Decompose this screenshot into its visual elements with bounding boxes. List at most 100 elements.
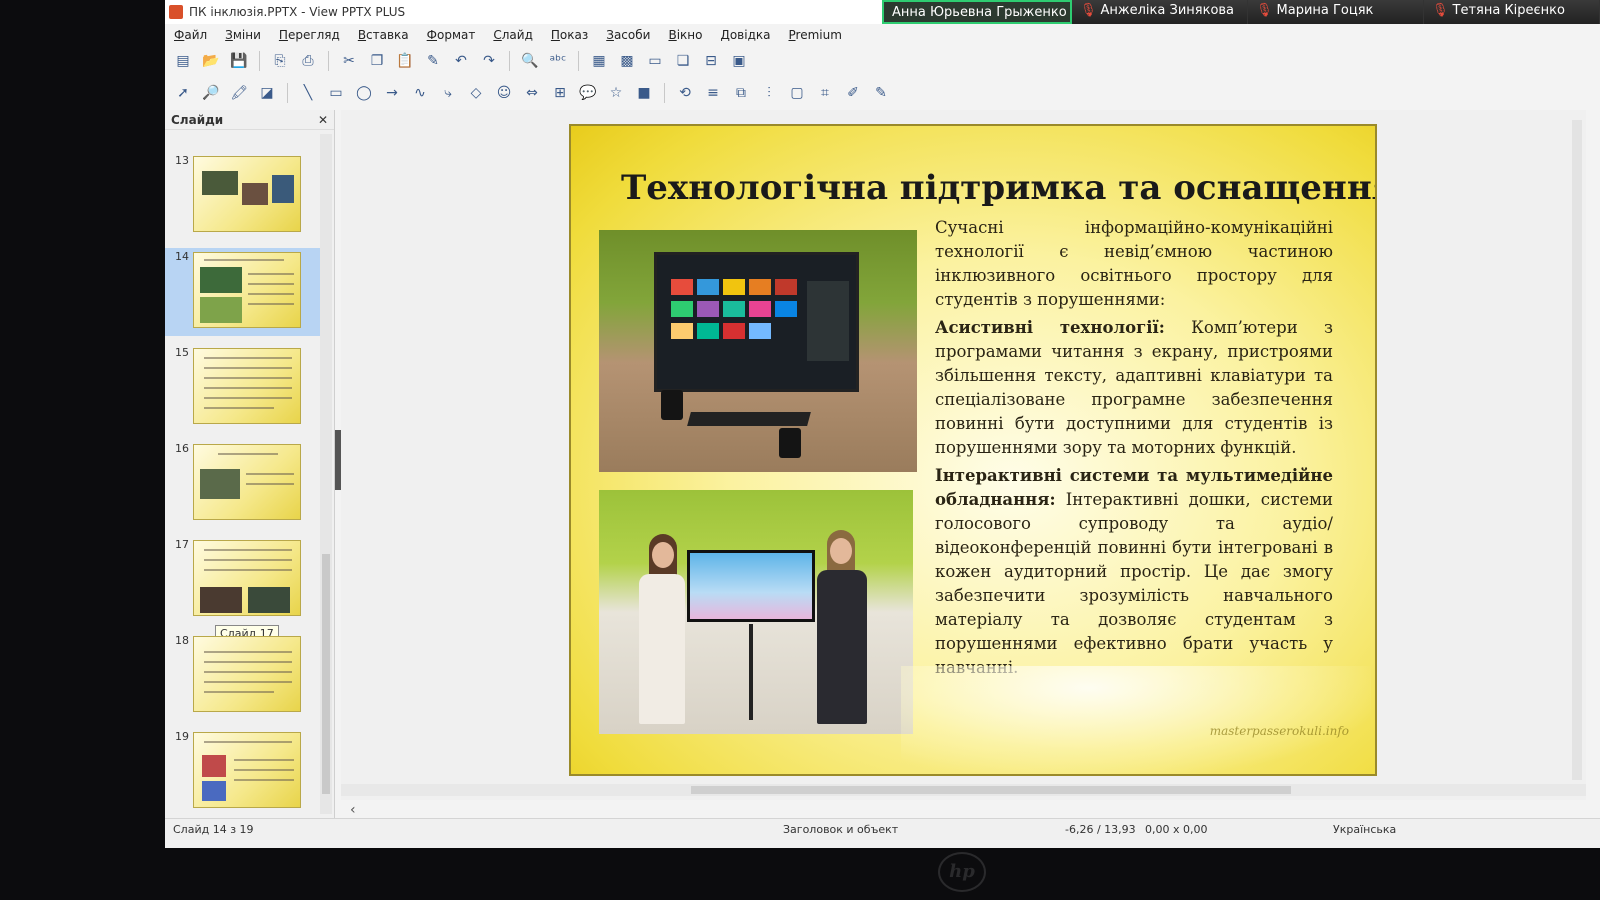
rectangle-icon[interactable]: ▭ xyxy=(324,82,348,104)
menu-edit[interactable]: Зміни xyxy=(216,28,270,42)
align-icon[interactable]: ≡ xyxy=(701,82,725,104)
connector-icon[interactable]: ⤷ xyxy=(436,82,460,104)
participant-name: Марина Гоцяк xyxy=(1276,3,1374,18)
slide-body-text[interactable]: Сучасні інформаційно-комунікаційні техно… xyxy=(935,216,1333,684)
redo-icon[interactable]: ↷ xyxy=(477,50,501,72)
block-arrows-icon[interactable]: ⇔ xyxy=(520,82,544,104)
toolbar-separator xyxy=(287,83,288,103)
ellipse-icon[interactable]: ◯ xyxy=(352,82,376,104)
line-icon[interactable]: ╲ xyxy=(296,82,320,104)
master-slide-icon[interactable]: ❏ xyxy=(671,50,695,72)
hp-logo: hp xyxy=(938,852,986,892)
slide-number: 16 xyxy=(175,442,189,455)
slide-thumbnail[interactable]: 13 xyxy=(165,152,320,240)
horizontal-scrollbar[interactable] xyxy=(341,784,1586,796)
thumbnail-image xyxy=(193,348,301,424)
slide-thumbnail[interactable]: 15 xyxy=(165,344,320,432)
menu-file[interactable]: Файл xyxy=(165,28,216,42)
menu-help[interactable]: Довідка xyxy=(711,28,779,42)
export-pdf-icon[interactable]: ⎘ xyxy=(268,50,292,72)
object-size: 0,00 x 0,00 xyxy=(1145,823,1208,836)
participant-name: Анжеліка Зинякова xyxy=(1100,3,1235,18)
open-folder-icon[interactable]: 📂 xyxy=(199,50,223,72)
scrollbar-thumb[interactable] xyxy=(322,554,330,794)
menu-view[interactable]: Перегляд xyxy=(270,28,349,42)
3d-objects-icon[interactable]: ■ xyxy=(632,82,656,104)
gluepoint-icon[interactable]: ✐ xyxy=(841,82,865,104)
slide-number: 19 xyxy=(175,730,189,743)
delete-slide-icon[interactable]: ⊟ xyxy=(699,50,723,72)
menu-slideshow[interactable]: Показ xyxy=(542,28,597,42)
mic-off-icon: 🎙 xyxy=(1256,3,1273,18)
participant-tile[interactable]: 🎙 Анжеліка Зинякова xyxy=(1072,0,1248,24)
menu-insert[interactable]: Вставка xyxy=(349,28,418,42)
find-replace-icon[interactable]: 🔍 xyxy=(518,50,542,72)
chevron-left-icon[interactable]: ‹ xyxy=(350,802,356,818)
basic-shapes-icon[interactable]: ◇ xyxy=(464,82,488,104)
shadow-icon[interactable]: ▢ xyxy=(785,82,809,104)
symbol-shapes-icon[interactable]: ☺ xyxy=(492,82,516,104)
paragraph: Сучасні інформаційно-комунікаційні техно… xyxy=(935,218,1333,309)
participant-tile[interactable]: 🎙 Марина Гоцяк xyxy=(1248,0,1424,24)
rotate-icon[interactable]: ⟲ xyxy=(673,82,697,104)
helplines-icon[interactable]: ▩ xyxy=(615,50,639,72)
slide-thumbnail[interactable]: 18 xyxy=(165,632,320,720)
participant-tile[interactable]: 🎙 Тетяна Кіреєнко xyxy=(1424,0,1600,24)
flowchart-icon[interactable]: ⊞ xyxy=(548,82,572,104)
paste-icon[interactable]: 📋 xyxy=(393,50,417,72)
copy-icon[interactable]: ❐ xyxy=(365,50,389,72)
menu-window[interactable]: Вікно xyxy=(659,28,711,42)
display-views-icon[interactable]: ▭ xyxy=(643,50,667,72)
mic-off-icon: 🎙 xyxy=(1080,3,1097,18)
curve-icon[interactable]: ∿ xyxy=(408,82,432,104)
slide-thumbnail[interactable]: 17 xyxy=(165,536,320,624)
thumbnail-image xyxy=(193,444,301,520)
crop-icon[interactable]: ⌗ xyxy=(813,82,837,104)
fill-color-icon[interactable]: ◪ xyxy=(255,82,279,104)
points-icon[interactable]: ✎ xyxy=(869,82,893,104)
slide-layout-icon[interactable]: ▣ xyxy=(727,50,751,72)
slide-number: 14 xyxy=(175,250,189,263)
line-color-icon[interactable]: 🖍 xyxy=(227,82,251,104)
grid-icon[interactable]: ▦ xyxy=(587,50,611,72)
cut-icon[interactable]: ✂ xyxy=(337,50,361,72)
photo-computer-workstation[interactable] xyxy=(599,230,917,472)
print-icon[interactable]: ⎙ xyxy=(296,50,320,72)
slide-thumbnail[interactable]: 19 xyxy=(165,728,320,816)
save-icon[interactable]: 💾 xyxy=(227,50,251,72)
slide-number: 17 xyxy=(175,538,189,551)
drawing-toolbar: ➚ 🔎 🖍 ◪ ╲ ▭ ◯ → ∿ ⤷ ◇ ☺ ⇔ ⊞ 💬 ☆ ■ ⟲ ≡ ⧉ … xyxy=(165,78,1600,108)
scrollbar-thumb[interactable] xyxy=(691,786,1291,794)
paragraph-heading: Асистивні технології: xyxy=(935,318,1165,337)
select-arrow-icon[interactable]: ➚ xyxy=(171,82,195,104)
arrow-line-icon[interactable]: → xyxy=(380,82,404,104)
spellcheck-icon[interactable]: ᵃᵇᶜ xyxy=(546,50,570,72)
menu-tools[interactable]: Засоби xyxy=(597,28,659,42)
monitor-image xyxy=(654,252,859,392)
slide-thumbnail-selected[interactable]: 14 xyxy=(165,248,320,336)
menu-format[interactable]: Формат xyxy=(418,28,485,42)
clone-format-icon[interactable]: ✎ xyxy=(421,50,445,72)
undo-icon[interactable]: ↶ xyxy=(449,50,473,72)
paragraph-body: Інтерактивні дошки, системи голосового с… xyxy=(935,490,1333,677)
slide-thumbnail[interactable]: 16 xyxy=(165,440,320,528)
menu-slide[interactable]: Слайд xyxy=(484,28,542,42)
callouts-icon[interactable]: 💬 xyxy=(576,82,600,104)
book-decoration xyxy=(901,666,1371,774)
arrange-icon[interactable]: ⧉ xyxy=(729,82,753,104)
vertical-scrollbar[interactable] xyxy=(1572,120,1582,780)
slides-panel-scrollbar[interactable] xyxy=(320,134,332,814)
participant-tile[interactable]: Анна Юрьевна Грыженко xyxy=(882,0,1072,24)
photo-interactive-board[interactable] xyxy=(599,490,913,734)
language-indicator[interactable]: Українська xyxy=(1333,823,1396,836)
person-head xyxy=(830,538,852,564)
zoom-icon[interactable]: 🔎 xyxy=(199,82,223,104)
menu-premium[interactable]: Premium xyxy=(780,28,851,42)
close-icon[interactable]: ✕ xyxy=(318,113,328,127)
current-slide[interactable]: Технологічна підтримка та оснащення Суча… xyxy=(569,124,1377,776)
paragraph: Асистивні технології: Комп’ютери з прогр… xyxy=(935,316,1333,460)
stars-icon[interactable]: ☆ xyxy=(604,82,628,104)
distribute-icon[interactable]: ⫶ xyxy=(757,82,781,104)
new-document-icon[interactable]: ▤ xyxy=(171,50,195,72)
slide-title[interactable]: Технологічна підтримка та оснащення xyxy=(621,168,1375,208)
